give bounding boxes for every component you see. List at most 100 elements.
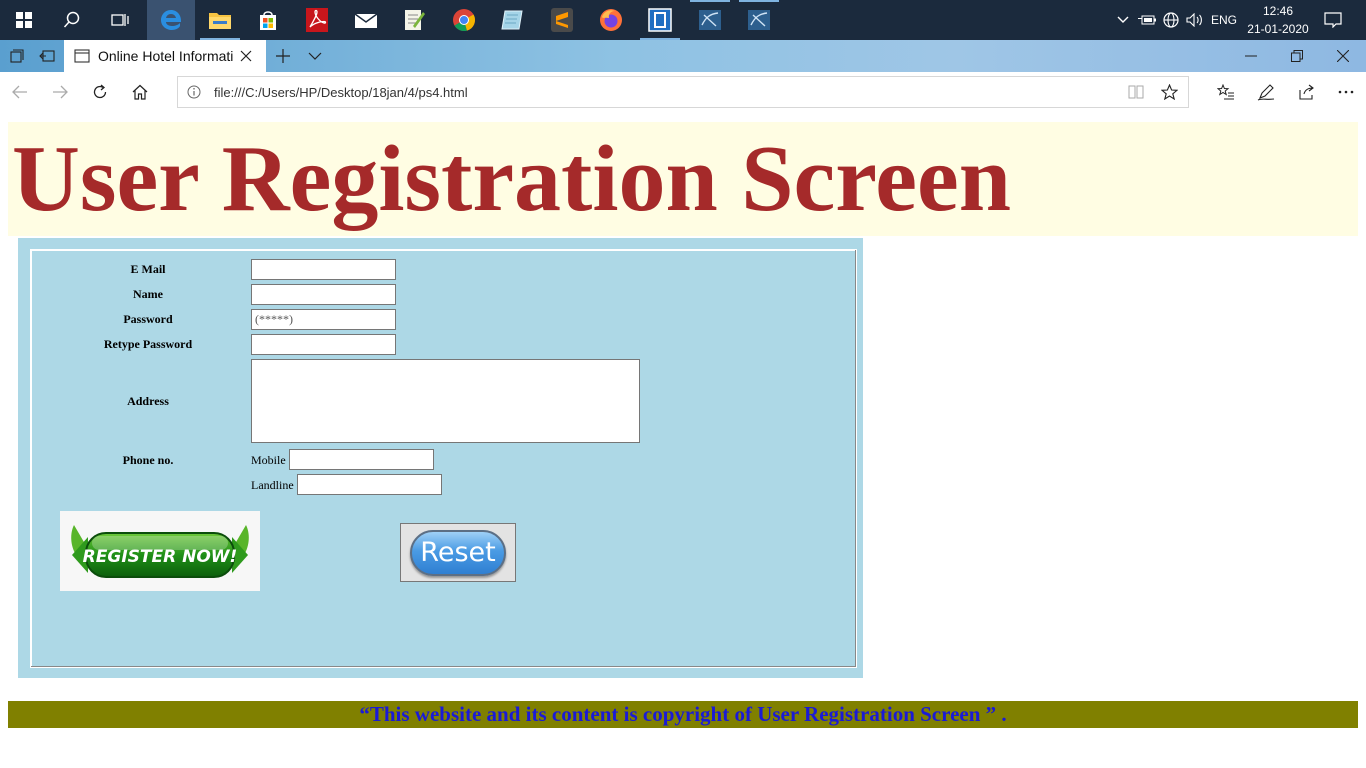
- chrome-icon: [453, 9, 475, 32]
- reading-view-icon: [1128, 85, 1144, 99]
- registration-form: E Mail Name Password (*****) Retype Pass…: [18, 238, 863, 678]
- set-tabs-aside-icon: [39, 50, 55, 62]
- close-icon: [240, 50, 252, 62]
- refresh-icon: [93, 84, 107, 99]
- info-icon: [187, 85, 201, 99]
- retype-password-label: Retype Password: [103, 337, 193, 351]
- action-center-button[interactable]: [1320, 0, 1346, 40]
- globe-icon: [1163, 12, 1179, 28]
- tab-online-hotel[interactable]: Online Hotel Informatio: [64, 40, 266, 72]
- minimize-icon: [1245, 55, 1257, 57]
- form-fieldset: E Mail Name Password (*****) Retype Pass…: [30, 249, 857, 668]
- clock-time: 12:46: [1262, 4, 1294, 18]
- browser-tab-strip: Online Hotel Informatio: [0, 40, 1366, 72]
- clock-date: 21-01-2020: [1247, 22, 1309, 36]
- store-icon: [260, 11, 276, 30]
- firefox-button[interactable]: [587, 0, 635, 40]
- name-field[interactable]: [251, 284, 396, 305]
- close-window-button[interactable]: [1320, 40, 1366, 72]
- email-field[interactable]: [251, 259, 396, 280]
- file-explorer-icon: [209, 13, 231, 29]
- minimize-button[interactable]: [1228, 40, 1274, 72]
- more-button[interactable]: [1326, 72, 1366, 112]
- taskbar: ENG 12:46 21-01-2020: [0, 0, 1366, 40]
- volume-button[interactable]: [1184, 0, 1206, 40]
- workbench-icon: [699, 10, 721, 30]
- tab-close-button[interactable]: [240, 50, 252, 62]
- tab-preview-button[interactable]: [2, 40, 32, 72]
- pen-icon: [1257, 84, 1275, 101]
- page-footer: “This website and its content is copyrig…: [8, 701, 1358, 728]
- file-explorer-button[interactable]: [196, 0, 244, 40]
- address-bar[interactable]: file:///C:/Users/HP/Desktop/18jan/4/ps4.…: [177, 76, 1189, 108]
- address-label: Address: [127, 394, 169, 408]
- address-textarea[interactable]: [251, 359, 640, 443]
- app-icon: [648, 8, 672, 32]
- tab-list-button[interactable]: [300, 40, 330, 72]
- workbench-2-icon: [748, 10, 770, 30]
- page-header: User Registration Screen: [8, 122, 1358, 236]
- reset-button[interactable]: Reset: [400, 523, 516, 582]
- notification-icon: [1324, 12, 1342, 28]
- password-value: (*****): [255, 312, 293, 326]
- name-label: Name: [133, 287, 163, 301]
- show-hidden-icons-button[interactable]: [1112, 0, 1134, 40]
- edge-icon: [161, 10, 182, 30]
- tabs-aside-icon: [10, 49, 24, 63]
- edge-button[interactable]: [147, 0, 195, 40]
- chrome-button[interactable]: [440, 0, 488, 40]
- share-icon: [1299, 84, 1314, 100]
- search-button[interactable]: [48, 0, 96, 40]
- notebook-button[interactable]: [488, 0, 536, 40]
- notepad-plus-button[interactable]: [390, 0, 438, 40]
- app-button[interactable]: [636, 0, 684, 40]
- forward-button[interactable]: [40, 72, 80, 112]
- new-tab-button[interactable]: [268, 40, 298, 72]
- task-view-button[interactable]: [96, 0, 144, 40]
- tab-title: Online Hotel Informatio: [98, 48, 234, 64]
- password-label: Password: [123, 312, 173, 326]
- speaker-icon: [1186, 13, 1202, 27]
- battery-button[interactable]: [1136, 0, 1158, 40]
- forward-arrow-icon: [53, 85, 68, 99]
- phone-label: Phone no.: [122, 453, 174, 467]
- reading-view-button[interactable]: [1128, 84, 1144, 105]
- language-text: ENG: [1210, 13, 1237, 27]
- favorite-button[interactable]: [1160, 83, 1179, 105]
- store-button[interactable]: [244, 0, 292, 40]
- firefox-icon: [600, 9, 622, 31]
- landline-field[interactable]: [297, 474, 442, 495]
- workbench-2-button[interactable]: [735, 0, 783, 40]
- plus-icon: [276, 49, 290, 63]
- notepad-plus-icon: [405, 10, 425, 30]
- mobile-field[interactable]: [289, 449, 434, 470]
- home-button[interactable]: [120, 72, 160, 112]
- home-icon: [132, 84, 148, 100]
- browser-toolbar: file:///C:/Users/HP/Desktop/18jan/4/ps4.…: [0, 72, 1366, 112]
- sublime-button[interactable]: [538, 0, 586, 40]
- back-button[interactable]: [0, 72, 40, 112]
- clock[interactable]: 12:46 21-01-2020: [1240, 2, 1316, 38]
- acrobat-button[interactable]: [293, 0, 341, 40]
- chevron-up-icon: [1117, 16, 1129, 23]
- language-indicator[interactable]: ENG: [1208, 0, 1240, 40]
- password-field[interactable]: (*****): [251, 309, 396, 330]
- notebook-icon: [501, 10, 523, 30]
- favorites-hub-button[interactable]: [1206, 72, 1246, 112]
- retype-password-field[interactable]: [251, 334, 396, 355]
- web-note-button[interactable]: [1246, 72, 1286, 112]
- search-icon: [63, 11, 80, 28]
- star-icon: [1160, 83, 1179, 101]
- register-now-text: REGISTER NOW!: [83, 547, 238, 567]
- network-button[interactable]: [1160, 0, 1182, 40]
- workbench-button[interactable]: [686, 0, 734, 40]
- refresh-button[interactable]: [80, 72, 120, 112]
- register-now-button[interactable]: REGISTER NOW!: [60, 511, 260, 591]
- share-button[interactable]: [1286, 72, 1326, 112]
- task-view-icon: [111, 14, 129, 26]
- start-button[interactable]: [0, 0, 48, 40]
- sublime-icon: [551, 8, 573, 32]
- tabs-aside-button[interactable]: [32, 40, 62, 72]
- mail-button[interactable]: [342, 0, 390, 40]
- restore-button[interactable]: [1274, 40, 1320, 72]
